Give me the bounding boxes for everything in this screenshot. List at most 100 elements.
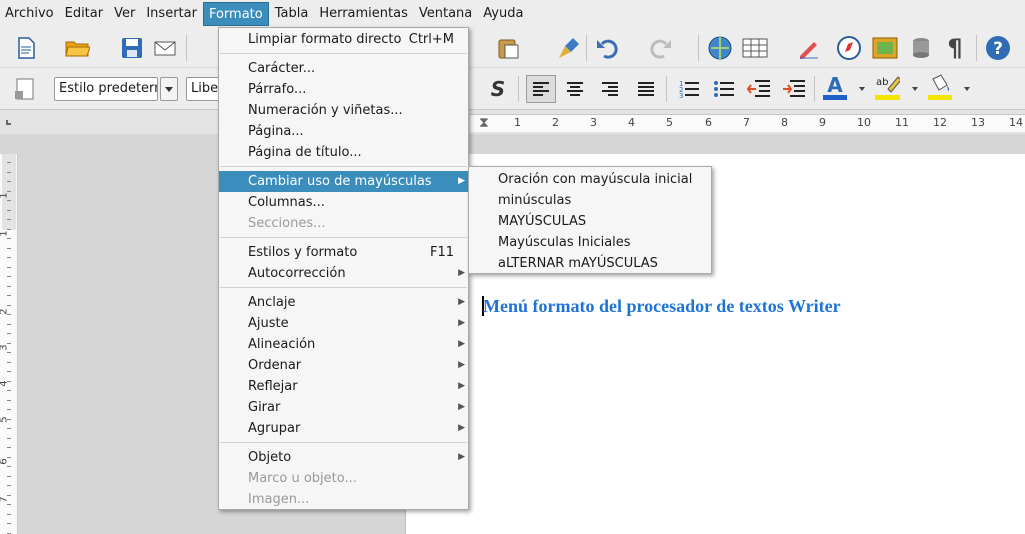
menu-item-clear-direct-formatting[interactable]: Limpiar formato directo Ctrl+M [219,29,468,50]
ruler-tick [7,248,11,249]
menu-item-title-page[interactable]: Página de título... [219,142,468,163]
submenu-item-sentence-case[interactable]: Oración con mayúscula inicial [469,169,711,190]
ruler-tick [7,314,11,315]
data-sources-icon[interactable] [908,35,934,61]
menu-insertar[interactable]: Insertar [141,2,202,26]
submenu-item-toggle-case[interactable]: aLTERNAR mAYÚSCULAS [469,253,711,274]
font-name-combo[interactable]: Libe [186,77,220,101]
menu-ver[interactable]: Ver [109,2,140,26]
ruler-tick [7,438,11,439]
chevron-down-icon[interactable] [859,87,865,91]
styles-icon[interactable] [12,76,38,102]
menu-item-styles-formatting[interactable]: Estilos y formato F11 [219,242,468,263]
ruler-tick [7,371,11,372]
menu-item-flip[interactable]: Reflejar ▶ [219,376,468,397]
draw-functions-icon[interactable] [796,35,822,61]
menu-item-alignment[interactable]: Alineación ▶ [219,334,468,355]
menu-separator [220,166,467,167]
ruler-tick-label: 3 [590,116,597,129]
redo-icon[interactable] [646,35,672,61]
menu-tabla[interactable]: Tabla [270,2,314,26]
ruler-tick-label: 11 [895,116,909,129]
menu-item-arrange[interactable]: Ordenar ▶ [219,355,468,376]
numbering-icon[interactable]: 123 [676,76,702,102]
align-left-icon[interactable] [526,75,556,103]
paste-icon[interactable] [495,35,521,61]
undo-icon[interactable] [594,35,620,61]
table-icon[interactable] [742,35,768,61]
open-folder-icon[interactable] [64,35,90,61]
ruler-tick-label: 13 [971,116,985,129]
formatting-marks-icon[interactable]: ¶ [942,34,968,62]
menu-item-change-case[interactable]: Cambiar uso de mayúsculas ▶ [219,171,468,192]
chevron-down-icon[interactable] [160,77,178,101]
ruler-tick [7,191,11,192]
ruler-tick-label: 7 [743,116,750,129]
align-center-icon[interactable] [562,76,588,102]
ruler-tick-label: 4 [628,116,635,129]
ruler-tick [7,181,11,182]
ruler-tick [7,523,11,524]
shadow-icon[interactable]: S [485,76,511,102]
menu-item-anchor[interactable]: Anclaje ▶ [219,292,468,313]
navigator-icon[interactable] [836,35,862,61]
paragraph-style-combo[interactable]: Estilo predeterm [54,77,158,101]
save-icon[interactable] [119,35,145,61]
menu-item-paragraph[interactable]: Párrafo... [219,79,468,100]
chevron-down-icon[interactable] [964,87,970,91]
justify-icon[interactable] [633,76,659,102]
submenu-item-capitalize-words[interactable]: Mayúsculas Iniciales [469,232,711,253]
change-case-submenu: Oración con mayúscula inicial minúsculas… [468,166,712,274]
ruler-tick [7,409,11,410]
ruler-tick [7,200,11,201]
menu-ventana[interactable]: Ventana [414,2,477,26]
email-icon[interactable] [152,35,178,61]
menu-separator [220,237,467,238]
ruler-tick [7,485,11,486]
menu-item-rotate[interactable]: Girar ▶ [219,397,468,418]
menu-archivo[interactable]: Archivo [0,2,59,26]
tab-stop-type-icon[interactable] [6,120,11,125]
highlighting-icon[interactable]: ab [874,74,900,100]
ruler-tick [7,295,11,296]
increase-indent-icon[interactable] [781,76,807,102]
submenu-item-lowercase[interactable]: minúsculas [469,190,711,211]
bullets-icon[interactable] [711,76,737,102]
align-right-icon[interactable] [597,76,623,102]
clone-formatting-icon[interactable] [556,35,582,61]
chevron-down-icon[interactable] [912,87,918,91]
menu-item-sections[interactable]: Secciones... [219,213,468,234]
submenu-item-uppercase[interactable]: MAYÚSCULAS [469,211,711,232]
menu-item-character[interactable]: Carácter... [219,58,468,79]
ruler-tick [7,238,11,239]
background-color-icon[interactable] [927,74,953,100]
ruler-tick-label: 1 [514,116,521,129]
toolbar-separator [586,35,587,61]
menu-ayuda[interactable]: Ayuda [478,2,528,26]
menu-item-frame-object[interactable]: Marco u objeto... [219,468,468,489]
menu-item-wrap[interactable]: Ajuste ▶ [219,313,468,334]
menu-item-image[interactable]: Imagen... [219,489,468,510]
hyperlink-icon[interactable] [707,35,733,61]
menu-separator [220,53,467,54]
menu-item-bullets-numbering[interactable]: Numeración y viñetas... [219,100,468,121]
help-icon[interactable]: ? [985,35,1011,61]
indent-marker-icon[interactable]: ⧗ [479,115,489,131]
gallery-icon[interactable] [872,35,898,61]
ruler-tick-label: 7 [0,496,10,502]
menu-item-page[interactable]: Página... [219,121,468,142]
menu-item-columns[interactable]: Columnas... [219,192,468,213]
ruler-tick-label: 1 [0,230,10,236]
menu-herramientas[interactable]: Herramientas [314,2,413,26]
font-color-icon[interactable]: A [822,73,848,100]
menu-item-object[interactable]: Objeto ▶ [219,447,468,468]
menu-formato[interactable]: Formato [202,2,269,26]
menu-item-autocorrect[interactable]: Autocorrección ▶ [219,263,468,284]
decrease-indent-icon[interactable] [746,76,772,102]
menu-item-group[interactable]: Agrupar ▶ [219,418,468,439]
menu-editar[interactable]: Editar [60,2,109,26]
ruler-tick-label: 6 [0,458,10,464]
document-text[interactable]: Menú formato del procesador de textos Wr… [483,296,841,317]
new-document-icon[interactable] [13,35,39,61]
ruler-tick [7,457,11,458]
